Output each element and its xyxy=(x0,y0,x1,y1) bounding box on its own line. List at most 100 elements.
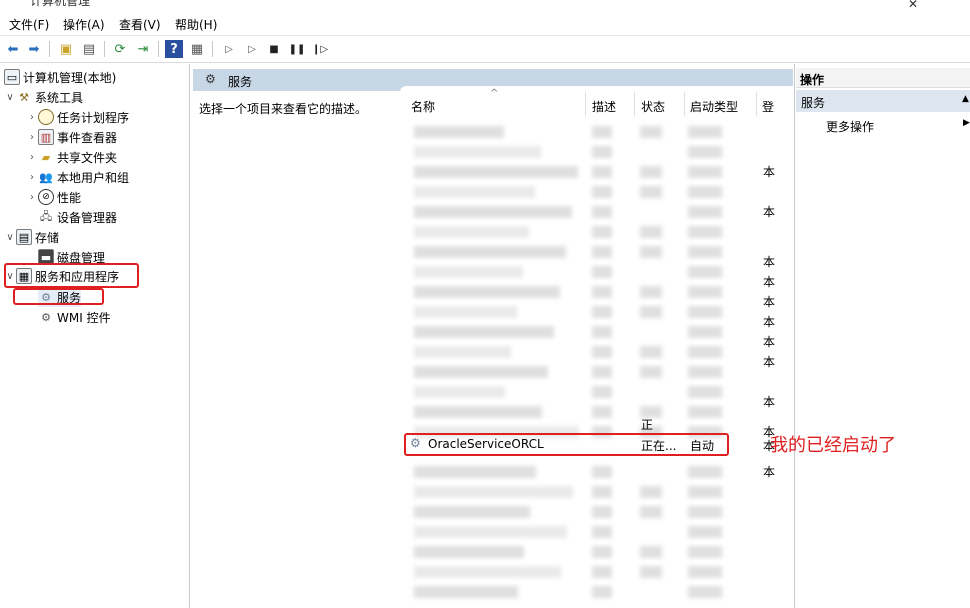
chevron-right-icon[interactable]: › xyxy=(26,112,38,123)
column-header-logon[interactable]: 登 xyxy=(762,98,774,115)
redacted-block xyxy=(640,366,662,378)
help-icon[interactable]: ? xyxy=(165,40,183,58)
redacted-block xyxy=(414,126,504,138)
tree-shared-folders[interactable]: › ▰ 共享文件夹 xyxy=(26,147,117,167)
properties-icon[interactable]: ▦ xyxy=(188,40,206,58)
tree-task-scheduler[interactable]: › 任务计划程序 xyxy=(26,107,129,127)
redacted-block xyxy=(640,246,662,258)
tree-system-tools[interactable]: ∨ ⚒ 系统工具 xyxy=(4,87,83,107)
shared-folder-icon: ▰ xyxy=(41,150,51,164)
stop-icon[interactable]: ■ xyxy=(265,40,283,58)
redacted-block xyxy=(592,546,612,558)
chevron-down-icon[interactable]: ∨ xyxy=(4,232,16,243)
tools-icon: ⚒ xyxy=(19,90,29,104)
tree-event-viewer[interactable]: › ▥ 事件查看器 xyxy=(26,127,117,147)
tree-root[interactable]: ▭ 计算机管理(本地) xyxy=(4,67,116,87)
redacted-block xyxy=(592,566,612,578)
redacted-block xyxy=(592,346,612,358)
collapse-icon[interactable]: ▲ xyxy=(962,94,969,104)
redacted-block xyxy=(414,346,511,358)
menu-view[interactable]: 查看(V) xyxy=(119,16,161,33)
redacted-block xyxy=(592,586,612,598)
menu-action[interactable]: 操作(A) xyxy=(63,16,105,33)
redacted-block xyxy=(592,406,612,418)
highlight-box-services xyxy=(13,288,104,305)
logon-cell: 本 xyxy=(763,295,776,309)
chevron-right-icon[interactable]: ▶ xyxy=(963,118,970,128)
gear-icon: ⚙ xyxy=(205,72,216,86)
redacted-block xyxy=(414,466,536,478)
up-folder-icon[interactable]: ▣ xyxy=(57,40,75,58)
column-header-status[interactable]: 状态 xyxy=(641,98,665,115)
redacted-block xyxy=(640,346,662,358)
restart-icon[interactable]: ❙▷ xyxy=(311,40,329,58)
redacted-block xyxy=(592,466,612,478)
redacted-block xyxy=(640,486,662,498)
back-icon[interactable]: ⬅ xyxy=(4,40,22,58)
close-icon[interactable]: ✕ xyxy=(908,0,918,11)
start-service-icon[interactable]: ▷ xyxy=(220,40,238,58)
redacted-block xyxy=(688,206,722,218)
redacted-block xyxy=(688,406,722,418)
chevron-down-icon[interactable]: ∨ xyxy=(4,92,16,103)
chevron-right-icon[interactable]: › xyxy=(26,172,38,183)
users-icon: 👥 xyxy=(39,170,53,184)
redacted-block xyxy=(414,246,566,258)
column-header-name[interactable]: 名称 xyxy=(411,98,435,115)
redacted-block xyxy=(414,166,578,178)
start-alt-icon[interactable]: ▷ xyxy=(243,40,261,58)
device-manager-icon: 🖧 xyxy=(39,209,53,223)
clock-icon xyxy=(38,109,54,125)
pause-icon[interactable]: ❚❚ xyxy=(288,40,306,58)
redacted-block xyxy=(688,146,722,158)
more-actions[interactable]: 更多操作 ▶ xyxy=(796,115,970,135)
export-icon[interactable]: ⇥ xyxy=(134,40,152,58)
redacted-block xyxy=(592,306,612,318)
tree-storage[interactable]: ∨ ▤ 存储 xyxy=(4,227,59,247)
redacted-block xyxy=(592,126,612,138)
redacted-block xyxy=(592,486,612,498)
redacted-block xyxy=(688,586,722,598)
column-header-description[interactable]: 描述 xyxy=(592,98,616,115)
redacted-block xyxy=(592,206,612,218)
redacted-block xyxy=(688,526,722,538)
chevron-right-icon[interactable]: › xyxy=(26,132,38,143)
redacted-block xyxy=(414,406,542,418)
sort-ascending-icon[interactable]: ^ xyxy=(490,88,498,99)
tree-wmi[interactable]: ⚙ WMI 控件 xyxy=(38,307,111,327)
redacted-block xyxy=(688,486,722,498)
redacted-block xyxy=(414,486,573,498)
redacted-block xyxy=(592,526,612,538)
column-header-startup[interactable]: 启动类型 xyxy=(690,98,738,115)
tree-local-users[interactable]: › 👥 本地用户和组 xyxy=(26,167,129,187)
refresh-icon[interactable]: ⟳ xyxy=(111,40,129,58)
actions-section-services[interactable]: 服务 ▲ xyxy=(796,90,970,112)
menu-bar: 文件(F) 操作(A) 查看(V) 帮助(H) xyxy=(0,12,970,36)
logon-cell: 本 xyxy=(763,165,776,179)
chevron-right-icon[interactable]: › xyxy=(26,192,38,203)
redacted-block xyxy=(592,226,612,238)
redacted-block xyxy=(414,386,505,398)
tree-device-manager[interactable]: 🖧 设备管理器 xyxy=(38,207,117,227)
redacted-block xyxy=(414,366,548,378)
redacted-block xyxy=(414,146,541,158)
tree-performance[interactable]: › ⊘ 性能 xyxy=(26,187,81,207)
redacted-block xyxy=(414,546,524,558)
menu-file[interactable]: 文件(F) xyxy=(9,16,49,33)
redacted-block xyxy=(592,246,612,258)
chevron-right-icon[interactable]: › xyxy=(26,152,38,163)
menu-help[interactable]: 帮助(H) xyxy=(175,16,217,33)
redacted-block xyxy=(414,186,535,198)
forward-icon[interactable]: ➡ xyxy=(25,40,43,58)
redacted-block xyxy=(688,466,722,478)
redacted-block xyxy=(688,386,722,398)
show-hide-tree-icon[interactable]: ▤ xyxy=(80,40,98,58)
redacted-block xyxy=(688,366,722,378)
storage-icon: ▤ xyxy=(16,229,32,245)
partial-status-text: 正 xyxy=(641,418,654,432)
redacted-block xyxy=(640,546,662,558)
redacted-block xyxy=(688,266,722,278)
redacted-block xyxy=(592,386,612,398)
redacted-block xyxy=(688,126,722,138)
annotation-text: 我的已经启动了 xyxy=(770,435,896,456)
